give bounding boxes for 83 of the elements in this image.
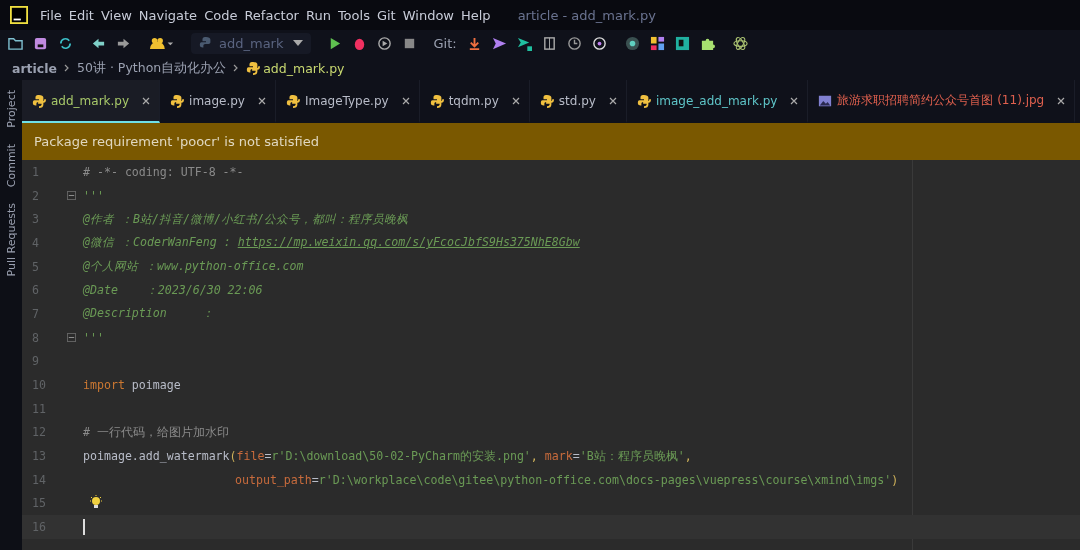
window-title: article - add_mark.py	[517, 7, 656, 23]
history-icon[interactable]	[566, 35, 582, 51]
folder-icon[interactable]	[8, 35, 23, 51]
line-number: 13	[31, 449, 47, 464]
line-number: 11	[31, 401, 47, 416]
fold-icon[interactable]	[66, 333, 76, 343]
breadcrumb-item[interactable]: add_mark.py	[263, 60, 345, 76]
image-file-icon	[818, 93, 833, 108]
git-label: Git:	[433, 35, 457, 51]
line-number: 12	[31, 425, 47, 440]
atom-icon[interactable]	[732, 35, 748, 51]
code-line: # 一行代码，给图片加水印	[83, 424, 229, 440]
code-line: @个人网站 ：www.python-office.com	[83, 259, 304, 275]
python-logo-icon	[199, 36, 213, 50]
menu-item[interactable]: Git	[376, 7, 396, 23]
menu-item[interactable]: View	[100, 7, 132, 23]
breadcrumb-item[interactable]: article	[12, 60, 58, 76]
line-number: 5	[31, 259, 40, 274]
menu-item[interactable]: Tools	[337, 7, 370, 23]
python-file-icon	[539, 93, 554, 108]
users-icon[interactable]	[149, 35, 175, 51]
warning-banner: Package requirement 'poocr' is not satisfied	[22, 123, 1080, 160]
line-number: 1	[31, 164, 40, 179]
compare-icon[interactable]	[541, 35, 557, 51]
chevron-icon	[233, 63, 240, 73]
sync-icon[interactable]	[58, 35, 73, 51]
close-icon[interactable]	[511, 96, 520, 105]
save-icon[interactable]	[33, 35, 48, 51]
python-file-icon	[636, 93, 651, 108]
send-icon[interactable]	[491, 35, 507, 51]
code-line: @Date ：2023/6/30 22:06	[83, 282, 263, 298]
menu-item[interactable]: Code	[204, 7, 238, 23]
code-line: @作者 ：B站/抖音/微博/小红书/公众号，都叫：程序员晚枫	[83, 211, 408, 227]
breadcrumb-item[interactable]: 50讲 · Python自动化办公	[77, 59, 227, 77]
fold-icon[interactable]	[66, 191, 76, 201]
code-line: @微信 ：CoderWanFeng : https://mp.weixin.qq.com/s/yFcocJbfS9Hs375NhE8Gbw	[83, 235, 580, 251]
code-line: import poimage	[83, 378, 181, 393]
record-icon[interactable]	[624, 35, 640, 51]
line-number: 3	[31, 212, 40, 227]
caret-icon	[293, 40, 304, 46]
app-logo-icon	[10, 6, 28, 24]
python-file-icon	[246, 61, 261, 75]
python-file-icon	[170, 93, 185, 108]
close-icon[interactable]	[401, 96, 410, 105]
chevron-icon	[64, 63, 71, 73]
side-tab[interactable]: Commit	[0, 139, 22, 191]
line-number: 14	[31, 472, 47, 487]
python-file-icon	[285, 93, 300, 108]
code-line: output_path=r'D:\workplace\code\gitee\python-office.com\docs-pages\vuepress\course\xmind\imgs')	[235, 472, 899, 487]
code-line: @Description ：	[83, 306, 214, 322]
close-icon[interactable]	[1057, 96, 1066, 105]
side-tab[interactable]: Project	[0, 86, 22, 132]
send-icon[interactable]	[516, 35, 532, 51]
close-icon[interactable]	[257, 96, 266, 105]
panel-icon[interactable]	[674, 35, 690, 51]
close-icon[interactable]	[608, 96, 617, 105]
close-icon[interactable]	[790, 96, 799, 105]
line-number: 15	[31, 496, 47, 511]
line-number: 9	[31, 354, 40, 369]
code-line: # -*- coding: UTF-8 -*-	[83, 164, 244, 179]
menu-item[interactable]: Navigate	[138, 7, 198, 23]
menu-item[interactable]: Run	[305, 7, 331, 23]
menu-item[interactable]: Window	[402, 7, 454, 23]
code-line: poimage.add_watermark(file=r'D:\download\50-02-PyCharm的安装.png', mark='B站：程序员晚枫',	[83, 448, 692, 464]
menu-item[interactable]: File	[40, 7, 62, 23]
file-tab[interactable]: add_mark.py	[22, 80, 161, 123]
line-number: 7	[31, 306, 40, 321]
grid-icon[interactable]	[649, 35, 665, 51]
line-number: 2	[31, 188, 40, 203]
close-icon[interactable]	[142, 96, 151, 105]
menu-item[interactable]: Refactor	[244, 7, 299, 23]
line-number: 6	[31, 283, 40, 298]
line-number: 4	[31, 235, 40, 250]
code-line: '''	[83, 188, 104, 203]
code-line: '''	[83, 330, 104, 345]
text-cursor	[83, 519, 85, 536]
menu-item[interactable]: Help	[461, 7, 491, 23]
line-number: 10	[31, 378, 47, 393]
python-file-icon	[429, 93, 444, 108]
side-tab[interactable]: Pull Requests	[0, 198, 22, 281]
line-number: 8	[31, 330, 40, 345]
python-file-icon	[32, 93, 46, 108]
menu-item[interactable]: Edit	[68, 7, 94, 23]
